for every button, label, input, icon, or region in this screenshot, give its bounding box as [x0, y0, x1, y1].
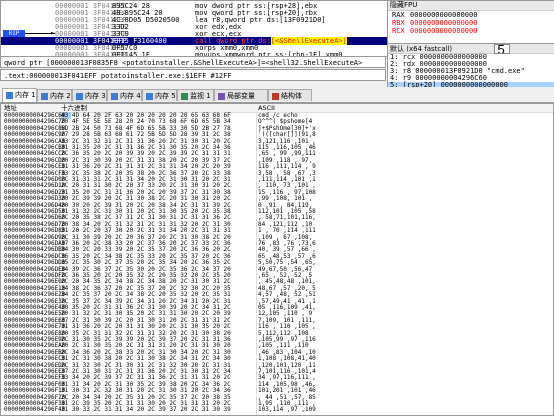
register-value: 0000000000000000	[410, 11, 478, 19]
tab-6[interactable]: 监视 1	[177, 89, 214, 101]
memory-dump-pane[interactable]: 地址 十六进制 ASCII 00000000004296C60 43 4D 64 …	[0, 103, 554, 416]
tab-label: 内存 4	[120, 92, 141, 100]
tab-label: 结构体	[281, 92, 302, 100]
register-name: RAX	[392, 11, 405, 19]
locals-icon	[218, 92, 225, 100]
rip-marker: RIP	[3, 30, 25, 37]
info-bar-operand: qword ptr [000000013F0835F8 <potatoinsta…	[0, 56, 386, 68]
tab-label: 内存 5	[155, 92, 176, 100]
watch-icon	[181, 92, 188, 100]
memory-icon	[6, 91, 13, 99]
tab-label: 内存 3	[85, 92, 106, 100]
tab-3[interactable]: 内存 3	[72, 89, 107, 101]
call-args-pane[interactable]: 默认 (x64 fastcall) 1: rcx 000000000000000…	[387, 43, 554, 88]
tab-2[interactable]: 内存 2	[37, 89, 72, 101]
register-value: 0000000000000000	[410, 19, 478, 27]
registers-pane[interactable]: 隐藏FPU RAX 0000000000000000 RBX 000000000000…	[387, 0, 554, 44]
column-hex[interactable]: 十六进制	[61, 104, 87, 112]
dump-hex-bytes: 31 30 33 2C 31 31 34 20 2C 39 37 20 2C 3…	[61, 406, 231, 414]
memory-icon	[146, 92, 153, 100]
column-address[interactable]: 地址	[4, 104, 17, 112]
disassembly-pane[interactable]: 00000001 3F041EE6 895C24 28 mov dword ptr …	[0, 0, 388, 57]
tab-label: 内存 1	[15, 91, 36, 99]
tab-1[interactable]: 内存 1	[2, 88, 37, 102]
register-value: 0000000000000000	[410, 27, 478, 35]
register-row[interactable]: RBX 0000000000000000	[388, 19, 554, 27]
memory-icon	[76, 92, 83, 100]
dump-tab-bar: 内存 1 内存 2 内存 3 内存 4 内存 5 监视 1 局部变量 结构体	[0, 87, 554, 103]
register-row[interactable]: RCX 0000000000000000	[388, 27, 554, 35]
tab-5[interactable]: 内存 5	[142, 89, 177, 101]
arg-count-input[interactable]	[494, 44, 511, 54]
register-name: RCX	[392, 27, 405, 35]
tab-7[interactable]: 局部变量	[214, 89, 268, 101]
register-name: RBX	[392, 19, 405, 27]
arrow-right-icon: ►	[51, 29, 56, 37]
hide-fpu-toggle[interactable]: 隐藏FPU	[388, 1, 554, 11]
struct-icon	[272, 92, 279, 100]
tab-4[interactable]: 内存 4	[107, 89, 142, 101]
column-ascii[interactable]: ASCII	[258, 104, 275, 112]
tab-8[interactable]: 结构体	[268, 89, 312, 101]
dump-ascii: 103,114 ,97 ,109	[258, 406, 316, 414]
info-bar-address: .text:000000013F041EFF potatoinstaller.e…	[0, 69, 386, 81]
dump-address: 00000000004296F40	[4, 406, 66, 414]
register-row[interactable]: RAX 0000000000000000	[388, 11, 554, 19]
memory-icon	[41, 92, 48, 100]
tab-label: 内存 2	[50, 92, 71, 100]
tab-label: 监视 1	[190, 92, 211, 100]
calling-convention-label: 默认 (x64 fastcall)	[390, 45, 453, 53]
tab-label: 局部变量	[227, 92, 255, 100]
memory-icon	[111, 92, 118, 100]
dump-row[interactable]: 00000000004296F40 31 30 33 2C 31 31 34 20…	[1, 407, 553, 414]
